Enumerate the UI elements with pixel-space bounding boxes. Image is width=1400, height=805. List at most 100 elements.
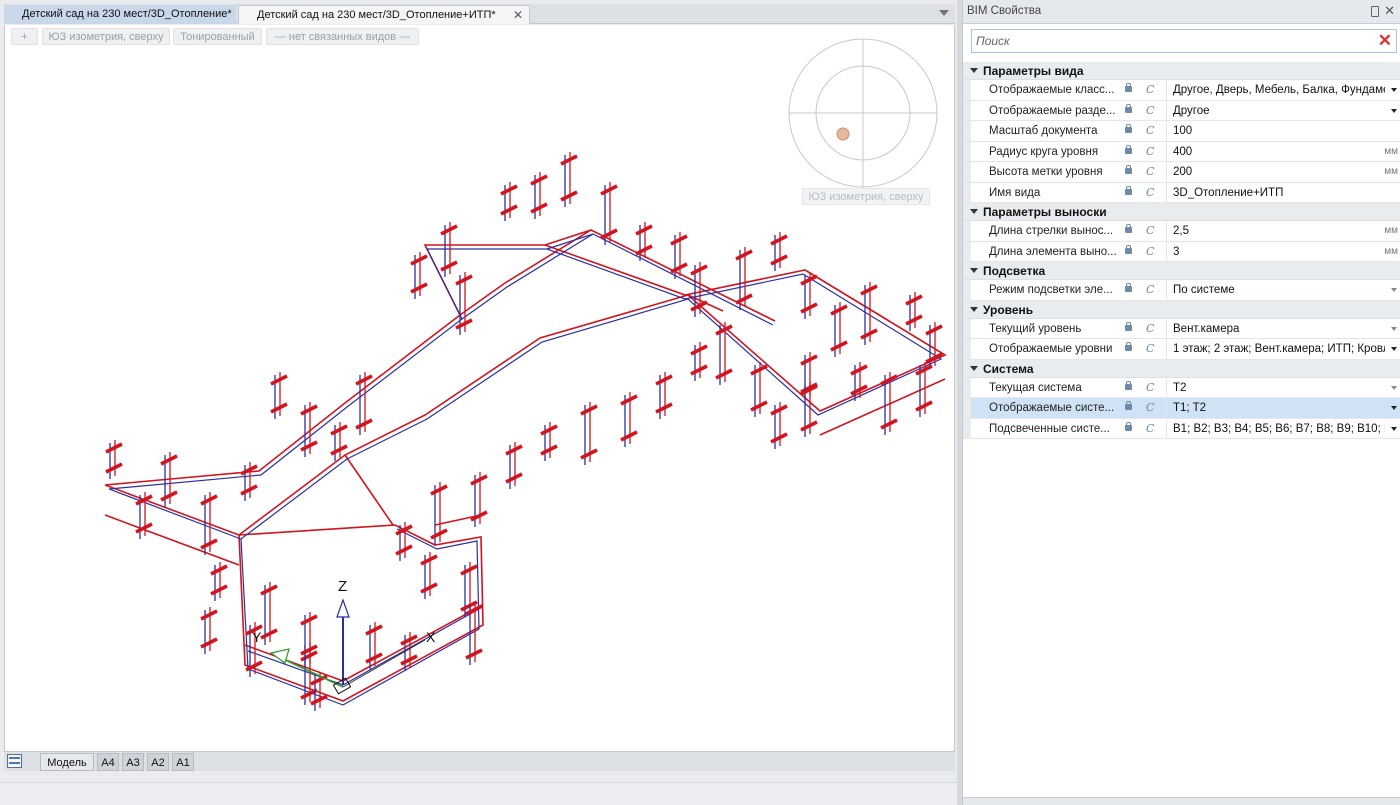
- prop-value[interactable]: Другое: [1173, 101, 1385, 121]
- flag-c: C: [1146, 83, 1155, 96]
- chevron-down-icon[interactable]: [1391, 88, 1397, 92]
- layout-icon[interactable]: [7, 754, 22, 768]
- prop-value[interactable]: 1 этаж; 2 этаж; Вент.камера; ИТП; Кровл: [1173, 339, 1385, 359]
- radiator: [355, 418, 373, 430]
- search-input[interactable]: [976, 33, 1366, 49]
- close-tab-icon[interactable]: ✕: [513, 6, 523, 25]
- radiator: [160, 490, 178, 502]
- chevron-down-icon[interactable]: [1391, 326, 1397, 331]
- lock-icon[interactable]: [1125, 83, 1132, 92]
- chevron-down-icon[interactable]: [1391, 406, 1397, 410]
- section-callout[interactable]: Параметры выноски: [963, 203, 1400, 221]
- clear-search-icon[interactable]: ✕: [1378, 31, 1392, 51]
- prop-value[interactable]: 3: [1173, 242, 1385, 262]
- lock-icon[interactable]: [1125, 380, 1132, 390]
- tabs-dropdown-icon[interactable]: [939, 10, 949, 16]
- navcube-view-label[interactable]: ЮЗ изометрия, сверху: [802, 188, 930, 205]
- collapse-icon[interactable]: [970, 209, 978, 214]
- radiator: [200, 538, 218, 550]
- radiator: [560, 190, 578, 202]
- prop-value[interactable]: T1; T2: [1173, 398, 1385, 418]
- radiator: [300, 440, 318, 452]
- prop-row-current-level[interactable]: Текущий уровень C Вент.камера: [963, 318, 1400, 339]
- lock-icon[interactable]: [1125, 321, 1132, 331]
- lock-icon[interactable]: [1125, 103, 1132, 113]
- prop-value[interactable]: B1; B2; B3; B4; B5; B6; B7; B8; B9; B10;…: [1173, 419, 1385, 439]
- prop-row-level-circle-radius[interactable]: Радиус круга уровня C 400 мм: [963, 141, 1400, 162]
- lock-icon[interactable]: [1125, 224, 1132, 233]
- prop-row-displayed-classes[interactable]: Отображаемые класс... C Другое, Дверь, М…: [963, 80, 1400, 101]
- radiator: [300, 614, 318, 626]
- section-level[interactable]: Уровень: [963, 300, 1400, 319]
- add-view-button[interactable]: +: [11, 28, 38, 45]
- section-highlight[interactable]: Подсветка: [963, 262, 1400, 280]
- lock-icon[interactable]: [1125, 421, 1132, 431]
- lock-icon[interactable]: [1125, 185, 1132, 195]
- tab-document-heating-itp[interactable]: Детский сад на 230 мест/3D_Отопление+ИТП…: [238, 5, 530, 24]
- prop-value[interactable]: Другое, Дверь, Мебель, Балка, Фундаме: [1173, 80, 1385, 100]
- tab-document-heating[interactable]: Детский сад на 230 мест/3D_Отопление*: [4, 5, 236, 24]
- prop-row-document-scale[interactable]: Масштаб документа C 100: [963, 121, 1400, 142]
- lock-icon[interactable]: [1125, 165, 1132, 174]
- section-view-params[interactable]: Параметры вида: [963, 62, 1400, 80]
- collapse-icon[interactable]: [970, 306, 978, 312]
- bim-properties-panel: BIM Свойства ✕ ✕ Параметры вида Отобража…: [962, 0, 1400, 805]
- prop-value[interactable]: T2: [1173, 378, 1385, 398]
- chevron-down-icon[interactable]: [1391, 108, 1397, 113]
- document-tabs: Детский сад на 230 мест/3D_Отопление* Де…: [4, 4, 955, 24]
- prop-row-highlight-mode[interactable]: Режим подсветки эле... C По системе: [963, 280, 1400, 301]
- prop-row-current-system[interactable]: Текущая система C T2: [963, 377, 1400, 398]
- tab-sheet-a2[interactable]: A2: [147, 753, 169, 771]
- tab-sheet-a3[interactable]: A3: [122, 753, 144, 771]
- view-orientation-button[interactable]: ЮЗ изометрия, сверху: [42, 28, 170, 45]
- collapse-icon[interactable]: [970, 365, 978, 371]
- prop-value[interactable]: 2,5: [1173, 221, 1385, 241]
- collapse-icon[interactable]: [970, 268, 978, 273]
- prop-value[interactable]: 100: [1173, 121, 1385, 141]
- prop-value[interactable]: По системе: [1173, 280, 1385, 300]
- prop-row-displayed-levels[interactable]: Отображаемые уровни C 1 этаж; 2 этаж; Ве…: [963, 339, 1400, 360]
- prop-value[interactable]: 200: [1173, 162, 1385, 182]
- 3d-viewport[interactable]: Z Y X + ЮЗ изометрия, сверху Тонированны…: [4, 25, 955, 751]
- prop-row-displayed-systems[interactable]: Отображаемые систе... C T1; T2: [963, 398, 1400, 419]
- radiator: [905, 314, 923, 326]
- prop-unit: мм: [1384, 245, 1398, 257]
- collapse-icon[interactable]: [970, 68, 978, 73]
- prop-row-highlighted-systems[interactable]: Подсвеченные систе... C B1; B2; B3; B4; …: [963, 418, 1400, 439]
- radiator: [800, 420, 818, 432]
- prop-row-view-name[interactable]: Имя вида C 3D_Отопление+ИТП: [963, 182, 1400, 203]
- navigation-compass[interactable]: [788, 38, 938, 188]
- prop-row-displayed-sections[interactable]: Отображаемые разде... C Другое: [963, 100, 1400, 121]
- prop-value[interactable]: 3D_Отопление+ИТП: [1173, 183, 1385, 203]
- chevron-down-icon[interactable]: [1391, 385, 1397, 390]
- tab-sheet-a4[interactable]: A4: [97, 753, 119, 771]
- radiator: [925, 324, 943, 336]
- lock-icon[interactable]: [1125, 283, 1132, 292]
- lock-icon[interactable]: [1125, 342, 1132, 351]
- chevron-down-icon[interactable]: [1391, 426, 1397, 431]
- prop-value[interactable]: 400: [1173, 142, 1385, 162]
- tab-model[interactable]: Модель: [40, 753, 94, 771]
- radiator: [470, 474, 488, 486]
- visual-style-button[interactable]: Тонированный: [173, 28, 262, 45]
- chevron-down-icon[interactable]: [1391, 288, 1397, 292]
- radiator: [420, 582, 438, 594]
- pin-icon[interactable]: [1371, 6, 1379, 17]
- prop-row-element-length[interactable]: Длина элемента выно... C 3 мм: [963, 241, 1400, 262]
- lock-icon[interactable]: [1125, 244, 1132, 254]
- radiator: [530, 174, 548, 186]
- radiator: [620, 394, 638, 406]
- section-system[interactable]: Система: [963, 359, 1400, 378]
- prop-row-arrow-length[interactable]: Длина стрелки вынос... C 2,5 мм: [963, 221, 1400, 242]
- close-icon[interactable]: ✕: [1384, 3, 1395, 19]
- prop-value[interactable]: Вент.камера: [1173, 319, 1385, 339]
- camera-marker-icon[interactable]: [836, 127, 850, 141]
- linked-views-button[interactable]: --- нет связанных видов ---: [266, 28, 419, 45]
- radiator: [365, 624, 383, 636]
- prop-row-level-mark-height[interactable]: Высота метки уровня C 200 мм: [963, 162, 1400, 183]
- lock-icon[interactable]: [1125, 144, 1132, 154]
- tab-sheet-a1[interactable]: A1: [172, 753, 194, 771]
- chevron-down-icon[interactable]: [1391, 347, 1397, 351]
- lock-icon[interactable]: [1125, 124, 1132, 133]
- lock-icon[interactable]: [1125, 401, 1132, 410]
